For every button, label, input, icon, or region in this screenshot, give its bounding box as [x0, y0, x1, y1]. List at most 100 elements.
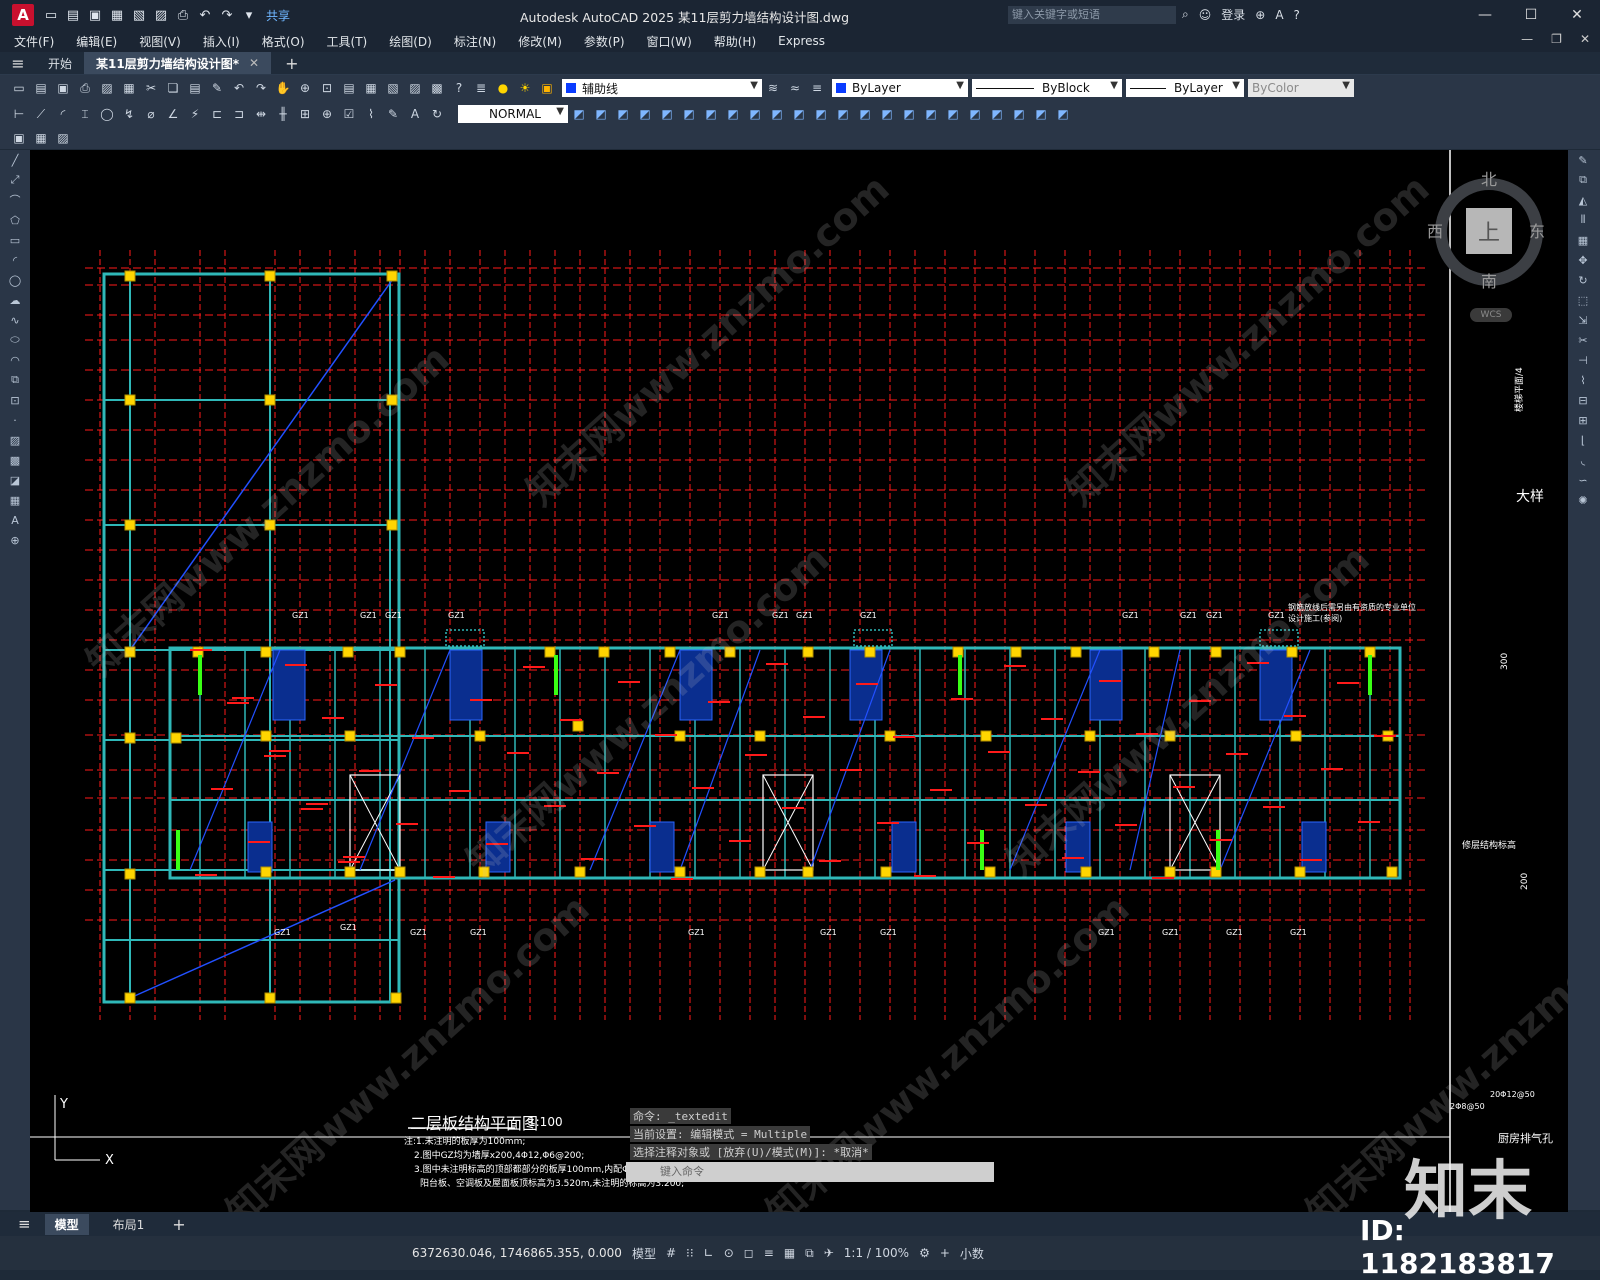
dim-edit-icon[interactable]: ✎: [384, 105, 402, 123]
new-tab-icon[interactable]: +: [285, 54, 298, 73]
make-block-icon[interactable]: ⊡: [0, 390, 30, 410]
table-icon[interactable]: ▦: [0, 490, 30, 510]
match-icon[interactable]: ✎: [208, 79, 226, 97]
erase-icon[interactable]: ✎: [1568, 150, 1598, 170]
dim-arc-icon[interactable]: ◜: [54, 105, 72, 123]
login-link[interactable]: 登录: [1221, 6, 1245, 23]
tab-drawing[interactable]: 某11层剪力墙结构设计图* ✕: [84, 52, 272, 74]
offset-icon[interactable]: ⫴: [1568, 210, 1598, 230]
dim-baseline-icon[interactable]: ⊏: [208, 105, 226, 123]
mtext-icon[interactable]: A: [0, 510, 30, 530]
dim-space-icon[interactable]: ⇹: [252, 105, 270, 123]
maximize-icon[interactable]: ☐: [1508, 0, 1554, 30]
dim-linear-icon[interactable]: ⊢: [10, 105, 28, 123]
hatch-icon[interactable]: ▨: [0, 430, 30, 450]
add-selected-icon[interactable]: ⊕: [0, 530, 30, 550]
layer-states-icon[interactable]: ≡: [808, 79, 826, 97]
selection-cycling-icon[interactable]: ⧉: [805, 1246, 814, 1261]
insert-block-icon[interactable]: ⧉: [0, 370, 30, 390]
annotation-scale[interactable]: 1:1 / 100%: [844, 1246, 909, 1260]
menu-item[interactable]: 绘图(D): [389, 33, 432, 50]
save-icon[interactable]: ▣: [86, 6, 104, 24]
view-iso-nw-icon[interactable]: ◩: [790, 105, 808, 123]
undo-icon-2[interactable]: ↶: [230, 79, 248, 97]
ucs-face-icon[interactable]: ◩: [966, 105, 984, 123]
add-layout-icon[interactable]: +: [172, 1215, 185, 1234]
compass-west[interactable]: 西: [1427, 218, 1443, 242]
paste-icon[interactable]: ▤: [186, 79, 204, 97]
menu-item[interactable]: 标注(N): [454, 33, 496, 50]
ucs-z-icon[interactable]: ◩: [1054, 105, 1072, 123]
explode-icon[interactable]: ✺: [1568, 490, 1598, 510]
edit-block-icon[interactable]: ▣: [10, 129, 28, 147]
dim-break-icon[interactable]: ╫: [274, 105, 292, 123]
compass-south[interactable]: 南: [1481, 268, 1497, 292]
wcs-menu[interactable]: WCS: [1470, 308, 1512, 322]
ortho-icon[interactable]: ∟: [704, 1246, 714, 1260]
chamfer-icon[interactable]: ⌊: [1568, 430, 1598, 450]
pan-icon[interactable]: ✋: [274, 79, 292, 97]
mirror-icon[interactable]: ◭: [1568, 190, 1598, 210]
zoom-window-icon[interactable]: ⊡: [318, 79, 336, 97]
command-input[interactable]: 键入命令: [626, 1162, 994, 1182]
make-current-icon[interactable]: ≋: [764, 79, 782, 97]
doc-minimize-icon[interactable]: —: [1521, 32, 1533, 46]
menu-item[interactable]: 编辑(E): [76, 33, 117, 50]
gradient-icon[interactable]: ▩: [0, 450, 30, 470]
extend-icon[interactable]: ⊣: [1568, 350, 1598, 370]
view-front-icon[interactable]: ◩: [592, 105, 610, 123]
layer-freeze-icon[interactable]: ☀: [516, 79, 534, 97]
dim-quick-icon[interactable]: ⚡: [186, 105, 204, 123]
dim-diameter-icon[interactable]: ⌀: [142, 105, 160, 123]
layer-select[interactable]: 辅助线 ▼: [562, 79, 762, 97]
properties-icon[interactable]: ▤: [340, 79, 358, 97]
copy-icon[interactable]: ❏: [164, 79, 182, 97]
menu-item[interactable]: 参数(P): [584, 33, 625, 50]
ucs-origin-icon[interactable]: ◩: [1032, 105, 1050, 123]
user-icon[interactable]: ☺: [1199, 8, 1212, 22]
publish-icon[interactable]: ▦: [120, 79, 138, 97]
units-select[interactable]: 小数: [960, 1245, 984, 1262]
layer-on-icon[interactable]: ●: [494, 79, 512, 97]
print-icon[interactable]: ⎙: [76, 79, 94, 97]
move-icon[interactable]: ✥: [1568, 250, 1598, 270]
array-icon[interactable]: ▦: [1568, 230, 1598, 250]
share-button[interactable]: 共享: [266, 7, 290, 24]
polyline-icon[interactable]: ⌒: [0, 190, 30, 210]
view-iso-ne-icon[interactable]: ◩: [768, 105, 786, 123]
view-top-icon[interactable]: ◩: [680, 105, 698, 123]
polygon-icon[interactable]: ⬠: [0, 210, 30, 230]
center-mark-icon[interactable]: ⊕: [318, 105, 336, 123]
menu-item[interactable]: 视图(V): [139, 33, 181, 50]
menu-item[interactable]: Express: [778, 34, 825, 48]
menu-item[interactable]: 工具(T): [327, 33, 368, 50]
save-as-icon[interactable]: ▦: [108, 6, 126, 24]
blend-icon[interactable]: ∽: [1568, 470, 1598, 490]
rectangle-icon[interactable]: ▭: [0, 230, 30, 250]
layout-menu-icon[interactable]: ≡: [18, 1215, 31, 1233]
dim-style-icon[interactable]: ◩: [570, 105, 588, 123]
menu-item[interactable]: 修改(M): [518, 33, 562, 50]
color-select[interactable]: ByLayer ▼: [832, 79, 968, 97]
viewcube-top-face[interactable]: 上: [1466, 208, 1512, 254]
redo-icon[interactable]: ↷: [218, 6, 236, 24]
close-block-icon[interactable]: ▨: [54, 129, 72, 147]
new-file-icon[interactable]: ▭: [42, 6, 60, 24]
layer-lock-icon[interactable]: ▣: [538, 79, 556, 97]
break-point-icon[interactable]: ⌇: [1568, 370, 1598, 390]
region-icon[interactable]: ◪: [0, 470, 30, 490]
spline-icon[interactable]: ∿: [0, 310, 30, 330]
fly-icon[interactable]: ◩: [856, 105, 874, 123]
workspace-gear-icon[interactable]: ⚙: [919, 1246, 930, 1260]
ucs-prev-icon[interactable]: ◩: [944, 105, 962, 123]
dim-text-edit-icon[interactable]: A: [406, 105, 424, 123]
compass-east[interactable]: 东: [1529, 218, 1545, 242]
break-icon[interactable]: ⊟: [1568, 390, 1598, 410]
tab-close-icon[interactable]: ✕: [249, 56, 259, 70]
orbit-icon[interactable]: ◩: [812, 105, 830, 123]
dim-ordinate-icon[interactable]: ⌶: [76, 105, 94, 123]
help-icon-2[interactable]: ?: [450, 79, 468, 97]
redo-icon-2[interactable]: ↷: [252, 79, 270, 97]
open-file-icon[interactable]: ▤: [64, 6, 82, 24]
view-back-icon[interactable]: ◩: [614, 105, 632, 123]
